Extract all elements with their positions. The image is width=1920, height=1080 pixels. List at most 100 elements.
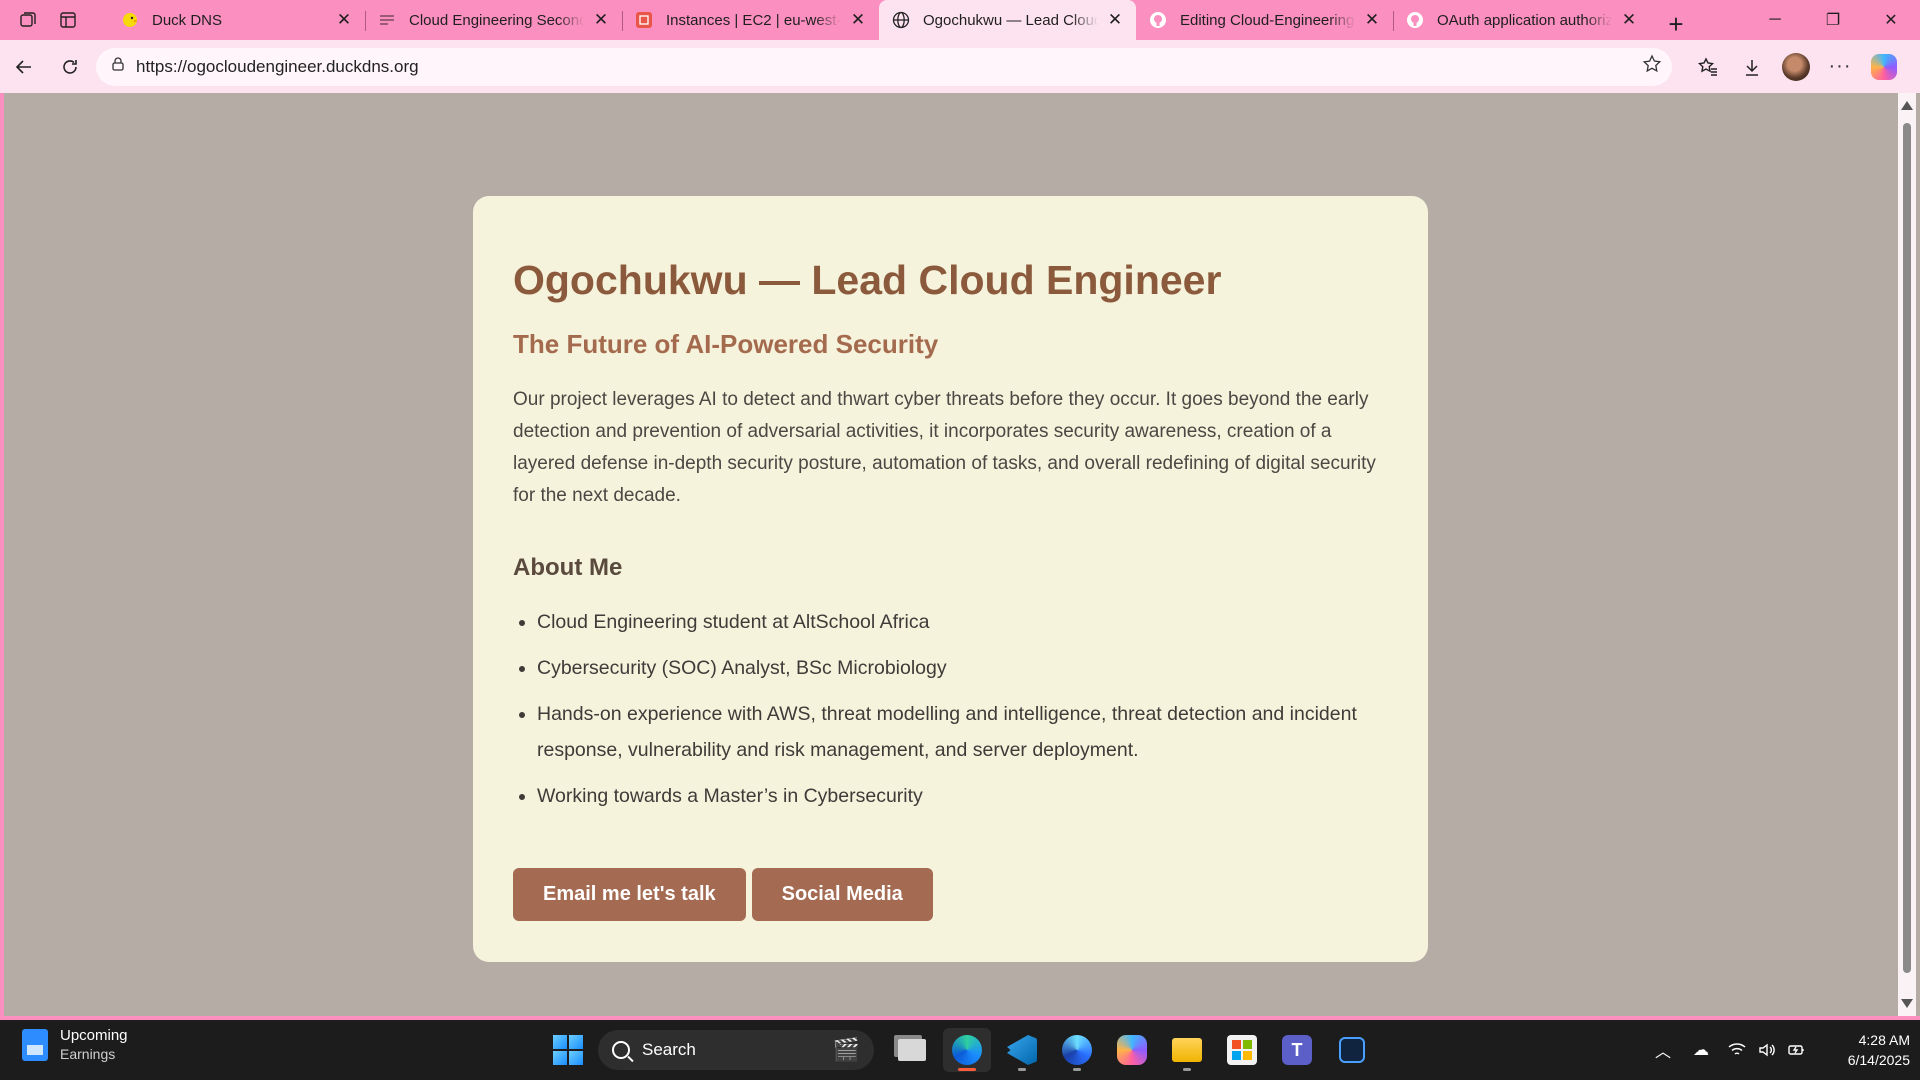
page-title: Ogochukwu — Lead Cloud Engineer — [513, 257, 1222, 303]
tab-github-editing[interactable]: Editing Cloud-Engineering-Second-Semeste… — [1136, 0, 1393, 40]
scroll-up-icon[interactable] — [1901, 101, 1913, 110]
downloads-button[interactable] — [1730, 47, 1774, 87]
tab-ec2-instances[interactable]: Instances | EC2 | eu-west-1 ✕ — [622, 0, 879, 40]
start-button[interactable] — [548, 1030, 588, 1070]
close-tab-icon[interactable]: ✕ — [590, 9, 612, 31]
onedrive-error-icon[interactable]: ☁ — [1686, 1035, 1716, 1065]
close-tab-icon[interactable]: ✕ — [1104, 9, 1126, 31]
running-indicator — [1073, 1068, 1081, 1071]
restore-button[interactable]: ❐ — [1804, 0, 1862, 40]
tab-duck-dns[interactable]: Duck DNS ✕ — [108, 0, 365, 40]
list-item: Working towards a Master’s in Cybersecur… — [537, 778, 1388, 814]
edge-icon — [952, 1035, 982, 1065]
store-taskbar-button[interactable] — [1218, 1028, 1266, 1072]
running-indicator — [1018, 1068, 1026, 1071]
vpn-icon — [1339, 1037, 1365, 1063]
taskbar: Upcoming Earnings Search 🎬 T ︿ ☁ 4:28 AM… — [0, 1020, 1920, 1080]
wifi-icon[interactable] — [1722, 1035, 1752, 1065]
clock[interactable]: 4:28 AM 6/14/2025 — [1824, 1030, 1910, 1070]
about-heading: About Me — [513, 554, 623, 582]
globe-icon — [891, 10, 911, 30]
copilot-button[interactable] — [1862, 47, 1906, 87]
tab-title: Editing Cloud-Engineering-Second-Semeste… — [1180, 11, 1355, 29]
running-indicator — [958, 1068, 976, 1071]
close-tab-icon[interactable]: ✕ — [333, 9, 355, 31]
minimize-button[interactable]: ─ — [1746, 0, 1804, 40]
widgets-button[interactable]: Upcoming Earnings — [22, 1026, 128, 1064]
search-icon — [612, 1041, 630, 1059]
close-tab-icon[interactable]: ✕ — [1618, 9, 1640, 31]
avatar — [1782, 52, 1810, 81]
github-icon — [1148, 10, 1168, 30]
close-tab-icon[interactable]: ✕ — [847, 9, 869, 31]
cta-buttons: Email me let's talk Social Media — [513, 868, 1388, 922]
more-icon: ··· — [1828, 55, 1852, 77]
taskbar-apps: Search 🎬 T — [548, 1028, 1376, 1072]
copilot-icon — [1871, 53, 1897, 80]
system-tray: ︿ ☁ 4:28 AM 6/14/2025 — [1648, 1020, 1910, 1080]
favorites-button[interactable] — [1686, 47, 1730, 87]
profile-button[interactable] — [1774, 47, 1818, 87]
tab-title: OAuth application authorized — [1437, 11, 1612, 29]
tab-ogochukwu-active[interactable]: Ogochukwu — Lead Cloud Engineer ✕ — [879, 0, 1136, 40]
file-explorer-taskbar-button[interactable] — [1163, 1028, 1211, 1072]
github-icon — [1405, 10, 1425, 30]
task-view-icon — [898, 1039, 926, 1061]
vertical-scrollbar[interactable] — [1898, 93, 1916, 1016]
vertical-tabs-button[interactable] — [50, 4, 86, 36]
copilot-app-icon — [1117, 1035, 1147, 1065]
scroll-down-icon[interactable] — [1901, 999, 1913, 1008]
widget-title: Upcoming — [60, 1027, 128, 1044]
task-view-button[interactable] — [888, 1028, 936, 1072]
windows-logo-icon — [553, 1035, 567, 1049]
refresh-button[interactable] — [50, 47, 90, 87]
news-widget-icon — [22, 1029, 48, 1061]
favorites-icon — [1698, 56, 1717, 76]
clock-time: 4:28 AM — [1858, 1032, 1910, 1048]
teams-icon: T — [1282, 1035, 1312, 1065]
workspaces-button[interactable] — [10, 4, 46, 36]
list-item: Cloud Engineering student at AltSchool A… — [537, 604, 1388, 640]
address-bar[interactable]: https://ogocloudengineer.duckdns.org — [96, 47, 1672, 86]
tab-strip: Duck DNS ✕ Cloud Engineering Second Seme… — [0, 0, 1920, 40]
duck-icon — [120, 10, 140, 30]
tab-actions-icon — [60, 12, 76, 28]
taskbar-search[interactable]: Search 🎬 — [598, 1030, 874, 1070]
list-item: Hands-on experience with AWS, threat mod… — [537, 696, 1388, 768]
close-window-button[interactable]: ✕ — [1862, 0, 1920, 40]
copilot-taskbar-button[interactable] — [1108, 1028, 1156, 1072]
url-text[interactable]: https://ogocloudengineer.duckdns.org — [136, 57, 1642, 77]
store-icon — [1227, 1035, 1257, 1065]
folder-icon — [1172, 1038, 1202, 1062]
about-list: Cloud Engineering student at AltSchool A… — [513, 604, 1388, 814]
new-tab-button[interactable]: + — [1658, 8, 1694, 40]
edge-taskbar-button[interactable] — [943, 1028, 991, 1072]
page-icon — [377, 10, 397, 30]
volume-icon[interactable] — [1752, 1035, 1782, 1065]
vscode-taskbar-button[interactable] — [998, 1028, 1046, 1072]
tab-cloud-engineering[interactable]: Cloud Engineering Second Semester ✕ — [365, 0, 622, 40]
email-button[interactable]: Email me let's talk — [513, 868, 746, 922]
show-hidden-icons-chevron-icon[interactable]: ︿ — [1648, 1035, 1678, 1065]
back-button[interactable] — [4, 47, 44, 87]
clock-date: 6/14/2025 — [1847, 1052, 1910, 1068]
tab-list: Duck DNS ✕ Cloud Engineering Second Seme… — [108, 0, 1694, 40]
search-label: Search — [642, 1040, 696, 1059]
social-media-button[interactable]: Social Media — [751, 868, 933, 922]
settings-more-button[interactable]: ··· — [1818, 47, 1862, 87]
running-indicator — [1183, 1068, 1191, 1071]
tab-oauth[interactable]: OAuth application authorized ✕ — [1393, 0, 1650, 40]
favorite-star-icon[interactable] — [1642, 54, 1662, 79]
tab-title: Duck DNS — [152, 11, 223, 29]
lock-icon[interactable] — [110, 56, 126, 77]
workspaces-icon — [20, 12, 36, 27]
edge-beta-taskbar-button[interactable] — [1053, 1028, 1101, 1072]
widget-subtitle: Earnings — [60, 1046, 116, 1062]
battery-charging-icon[interactable] — [1782, 1035, 1812, 1065]
teams-taskbar-button[interactable]: T — [1273, 1028, 1321, 1072]
scroll-thumb[interactable] — [1903, 123, 1911, 973]
close-tab-icon[interactable]: ✕ — [1361, 9, 1383, 31]
tab-title: Ogochukwu — Lead Cloud Engineer — [923, 11, 1098, 29]
azure-vpn-taskbar-button[interactable] — [1328, 1028, 1376, 1072]
edge-beta-icon — [1062, 1035, 1092, 1065]
